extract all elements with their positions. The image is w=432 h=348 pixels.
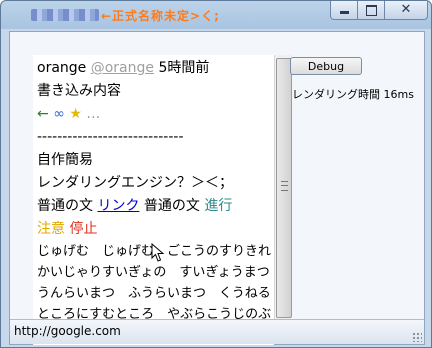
status-text-line: 注意 停止 xyxy=(37,218,274,241)
post-actions: ← ∞ ★ … xyxy=(37,103,274,126)
scrollbar-grip-icon xyxy=(281,181,288,191)
title-bar[interactable]: ←正式名称未定>く; ✕ xyxy=(1,1,431,29)
resize-grip-icon[interactable] xyxy=(412,332,422,342)
minimize-icon xyxy=(340,11,349,14)
maximize-icon xyxy=(366,5,377,16)
vertical-scrollbar[interactable] xyxy=(274,55,292,321)
close-icon: ✕ xyxy=(400,2,412,17)
maximize-button[interactable] xyxy=(357,1,385,20)
blurred-app-name xyxy=(31,9,99,21)
sample-link[interactable]: リンク xyxy=(97,198,139,214)
timestamp: 5時間前 xyxy=(158,60,210,76)
separator-line: ----------------------------- xyxy=(37,129,184,145)
more-icon[interactable]: … xyxy=(86,106,100,122)
engine-line: レンダリングエンジン？＞＜； xyxy=(37,175,233,191)
render-time-label: レンダリング時間 16ms xyxy=(292,88,414,101)
favorite-icon[interactable]: ★ xyxy=(69,106,82,122)
close-button[interactable]: ✕ xyxy=(384,1,428,20)
status-bar: http://google.com xyxy=(10,319,424,344)
caution-text: 注意 xyxy=(37,221,65,237)
jugemu-line: かいじゃりすいぎょの すいぎょうまつ xyxy=(37,265,270,280)
username: orange xyxy=(37,60,87,76)
normal-text: 普通の文 xyxy=(143,198,200,214)
styled-text-line: 普通の文 リンク 普通の文 進行 xyxy=(37,195,274,218)
mouse-pointer-icon xyxy=(151,243,165,262)
post-body: 書き込み内容 xyxy=(37,83,121,99)
status-url: http://google.com xyxy=(14,324,121,338)
app-window: ←正式名称未定>く; ✕ orange @orange 5時間前 書き込み内容 … xyxy=(0,0,432,348)
post-header: orange @orange 5時間前 xyxy=(37,57,274,80)
jugemu-line: うんらいまつ ふうらいまつ くうねる xyxy=(37,286,271,301)
window-title: ←正式名称未定>く; xyxy=(101,9,220,23)
retweet-icon[interactable]: ∞ xyxy=(53,106,65,122)
progress-text: 進行 xyxy=(204,198,233,214)
rendered-document[interactable]: orange @orange 5時間前 書き込み内容 ← ∞ ★ … -----… xyxy=(33,55,274,345)
scrollbar-thumb[interactable] xyxy=(276,58,292,318)
minimize-button[interactable] xyxy=(330,1,358,20)
client-area: orange @orange 5時間前 書き込み内容 ← ∞ ★ … -----… xyxy=(9,31,425,345)
user-handle-link[interactable]: @orange xyxy=(91,60,154,76)
normal-text: 普通の文 xyxy=(37,198,93,214)
debug-button[interactable]: Debug xyxy=(290,57,362,75)
section-heading: 自作簡易 xyxy=(37,152,93,168)
reply-icon[interactable]: ← xyxy=(37,106,49,122)
stop-text: 停止 xyxy=(69,221,98,237)
